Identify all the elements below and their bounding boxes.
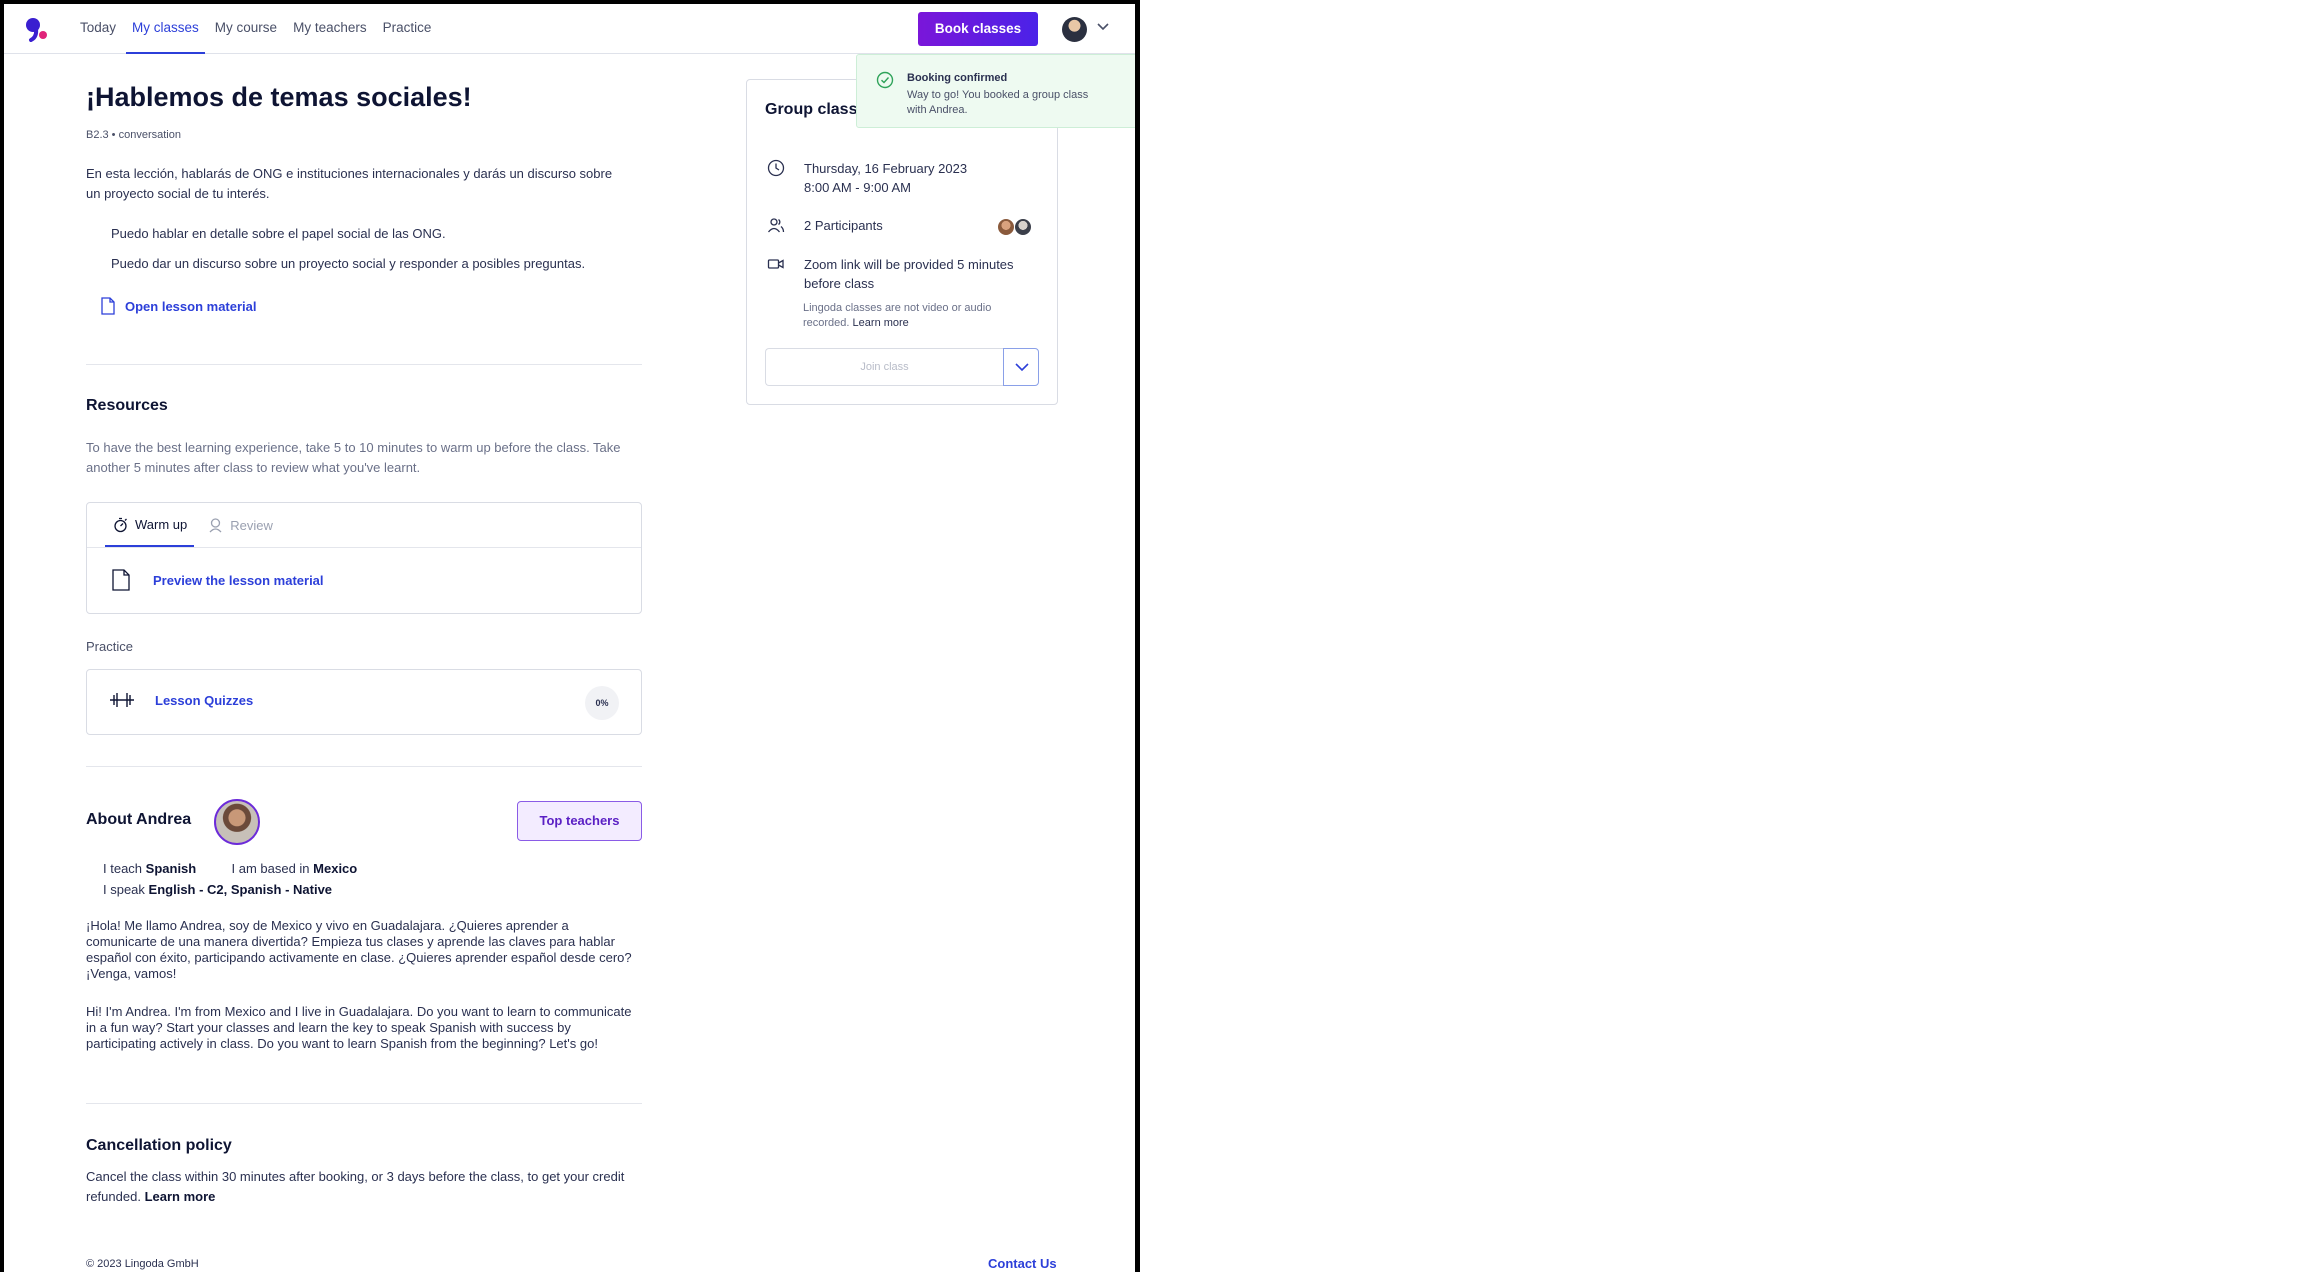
practice-card: Lesson Quizzes 0%: [86, 669, 642, 735]
resources-text: To have the best learning experience, ta…: [86, 440, 621, 475]
teacher-facts-row: I teach Spanish I am based in Mexico: [103, 861, 357, 876]
teach-value: Spanish: [145, 861, 197, 876]
page-title: ¡Hablemos de temas sociales!: [86, 82, 472, 112]
app-frame: Today My classes My course My teachers P…: [0, 0, 1140, 1272]
resources-heading: Resources: [86, 397, 168, 414]
copyright: © 2023 Lingoda GmbH: [86, 1258, 199, 1270]
speak-label: I speak: [103, 882, 145, 897]
nav-my-classes[interactable]: My classes: [126, 4, 205, 54]
nav-practice[interactable]: Practice: [377, 4, 438, 54]
lesson-goal: Puedo hablar en detalle sobre el papel s…: [111, 226, 446, 241]
nav-my-teachers[interactable]: My teachers: [287, 4, 373, 54]
document-icon: [112, 569, 130, 591]
teacher-bio-spanish: ¡Hola! Me llamo Andrea, soy de Mexico y …: [86, 918, 632, 981]
preview-lesson-material-label: Preview the lesson material: [153, 572, 324, 588]
participants-count: 2 Participants: [804, 218, 883, 233]
tab-separator: [87, 547, 641, 548]
about-teacher-row: About Andrea Top teachers: [86, 799, 642, 849]
review-icon: [209, 517, 222, 532]
cancellation-learn-more-link[interactable]: Learn more: [145, 1189, 216, 1204]
teacher-languages-row: I speak English - C2, Spanish - Native: [103, 882, 332, 897]
participants-row: 2 Participants: [767, 216, 1039, 236]
lingoda-logo-icon[interactable]: [23, 16, 49, 42]
lesson-quizzes-link[interactable]: Lesson Quizzes: [109, 692, 253, 708]
participant-avatar: [997, 218, 1015, 236]
top-teachers-button[interactable]: Top teachers: [517, 801, 642, 841]
based-value: Mexico: [313, 861, 358, 876]
chevron-down-icon: [1015, 363, 1029, 372]
resources-card: Warm up Review Preview the lesson materi…: [86, 502, 642, 614]
participant-avatar: [1014, 218, 1032, 236]
clock-icon: [767, 159, 785, 177]
group-class-title: Group class: [765, 101, 858, 118]
teacher-avatar[interactable]: [214, 799, 260, 845]
practice-label: Practice: [86, 639, 133, 654]
check-circle-icon: [876, 71, 894, 89]
dumbbell-icon: [110, 693, 134, 707]
divider: [86, 766, 642, 767]
divider: [86, 364, 642, 365]
lesson-description: En esta lección, hablarás de ONG e insti…: [86, 166, 613, 201]
toast-message: Way to go! You booked a group class with…: [907, 89, 1089, 116]
tab-warm-up-label: Warm up: [135, 516, 188, 532]
lesson-quizzes-label: Lesson Quizzes: [155, 692, 254, 708]
booking-confirmed-toast: Booking confirmed Way to go! You booked …: [856, 54, 1135, 128]
recording-learn-more-link[interactable]: Learn more: [853, 317, 909, 329]
class-time: 8:00 AM - 9:00 AM: [804, 180, 911, 195]
tab-review-label: Review: [230, 517, 273, 533]
tab-review[interactable]: Review: [200, 503, 280, 547]
cancellation-heading: Cancellation policy: [86, 1137, 232, 1154]
zoom-info-text: Zoom link will be provided 5 minutes bef…: [804, 257, 1014, 291]
resources-tabs: Warm up Review: [105, 503, 280, 547]
open-lesson-material-link[interactable]: Open lesson material: [100, 297, 257, 315]
open-lesson-material-label: Open lesson material: [125, 298, 257, 314]
lesson-level: B2.3 • conversation: [86, 129, 181, 141]
teach-label: I teach: [103, 861, 143, 876]
user-avatar[interactable]: [1062, 17, 1087, 42]
based-label: I am based in: [231, 861, 310, 876]
cancellation-text: Cancel the class within 30 minutes after…: [86, 1167, 642, 1207]
document-icon: [101, 297, 115, 315]
preview-lesson-material-link[interactable]: Preview the lesson material: [111, 569, 324, 591]
toast-title: Booking confirmed: [907, 72, 1008, 84]
lesson-goal: Puedo dar un discurso sobre un proyecto …: [111, 256, 586, 271]
top-header: Today My classes My course My teachers P…: [4, 4, 1135, 54]
recording-note: Lingoda classes are not video or audio r…: [803, 301, 1023, 331]
stopwatch-icon: [114, 517, 127, 532]
main-nav: Today My classes My course My teachers P…: [74, 4, 441, 54]
participant-avatars: [997, 218, 1039, 236]
class-date: Thursday, 16 February 2023: [804, 161, 968, 176]
tab-warm-up[interactable]: Warm up: [105, 503, 195, 547]
quiz-progress-badge: 0%: [585, 686, 619, 720]
video-camera-icon: [767, 259, 784, 269]
about-teacher-heading: About Andrea: [86, 811, 192, 828]
join-options-dropdown[interactable]: [1003, 348, 1039, 386]
nav-today[interactable]: Today: [74, 4, 122, 54]
contact-us-link[interactable]: Contact Us: [988, 1256, 1057, 1271]
people-icon: [767, 218, 785, 233]
chevron-down-icon[interactable]: [1096, 20, 1110, 34]
divider: [86, 1103, 642, 1104]
class-datetime-row: Thursday, 16 February 2023 8:00 AM - 9:0…: [767, 159, 967, 197]
teacher-bio-english: Hi! I'm Andrea. I'm from Mexico and I li…: [86, 1004, 632, 1051]
nav-my-course[interactable]: My course: [209, 4, 283, 54]
join-class-button[interactable]: Join class: [765, 348, 1003, 386]
speak-value: English - C2, Spanish - Native: [148, 882, 333, 897]
zoom-info-row: Zoom link will be provided 5 minutes bef…: [767, 255, 1037, 293]
book-classes-button[interactable]: Book classes: [918, 12, 1038, 46]
